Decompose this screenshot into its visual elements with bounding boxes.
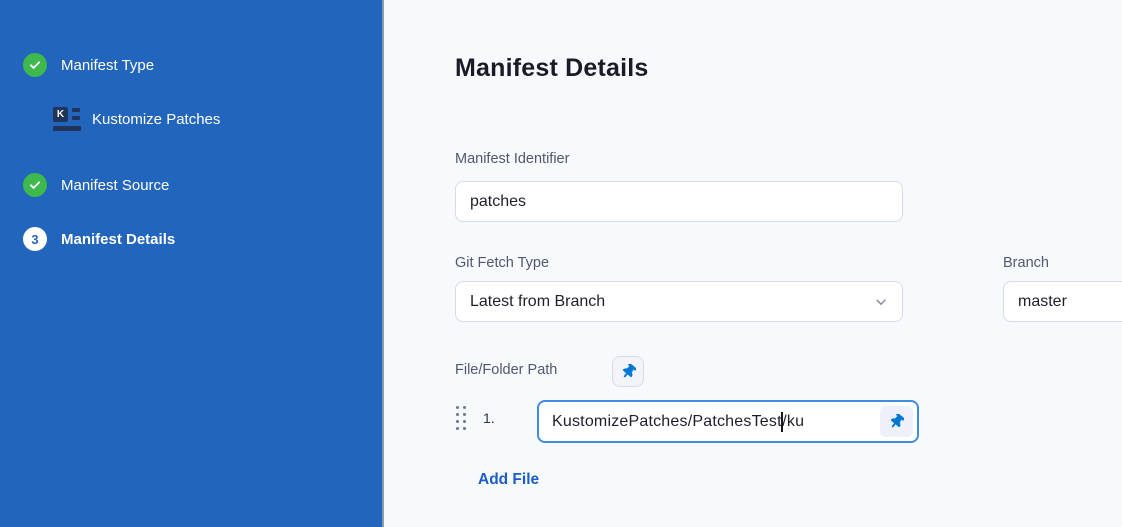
step-label: Manifest Details [61,231,175,248]
chevron-down-icon [874,295,888,309]
git-fetch-type-select[interactable]: Latest from Branch [455,281,903,322]
branch-label: Branch [1003,255,1049,271]
wizard-stepper-sidebar: Manifest Type K Kustomize Patches Manife… [0,0,384,527]
row-index: 1. [483,410,495,426]
path-text-after-caret: /ku [782,413,804,430]
step-number-badge: 3 [23,227,47,251]
manifest-wizard-window: Manifest Type K Kustomize Patches Manife… [0,0,1122,527]
step-complete-check-icon [23,173,47,197]
step-complete-check-icon [23,53,47,77]
pin-icon [889,414,904,429]
runtime-input-pin-button[interactable] [612,356,644,387]
page-title: Manifest Details [455,54,649,83]
sidebar-step-manifest-details[interactable]: 3 Manifest Details [23,227,175,251]
row-runtime-input-pin-button[interactable] [880,406,913,437]
file-path-input[interactable]: KustomizePatches/PatchesTest/ku [537,400,919,443]
git-fetch-type-label: Git Fetch Type [455,255,549,271]
add-file-button[interactable]: Add File [478,471,539,489]
file-folder-path-label: File/Folder Path [455,362,557,378]
sidebar-step-manifest-type[interactable]: Manifest Type [23,53,154,77]
kustomize-icon: K [53,106,81,133]
manifest-identifier-label: Manifest Identifier [455,151,569,167]
step-label: Manifest Type [61,57,154,74]
sidebar-step-manifest-source[interactable]: Manifest Source [23,173,169,197]
substep-label: Kustomize Patches [92,111,220,128]
git-fetch-type-value: Latest from Branch [470,293,605,311]
path-text-before-caret: KustomizePatches/PatchesTest [552,413,782,430]
sidebar-substep-kustomize-patches[interactable]: K Kustomize Patches [53,106,220,133]
branch-input[interactable] [1003,281,1122,322]
row-drag-handle[interactable] [456,406,466,430]
step-label: Manifest Source [61,177,169,194]
manifest-identifier-input[interactable] [455,181,903,222]
pin-icon [621,364,636,379]
